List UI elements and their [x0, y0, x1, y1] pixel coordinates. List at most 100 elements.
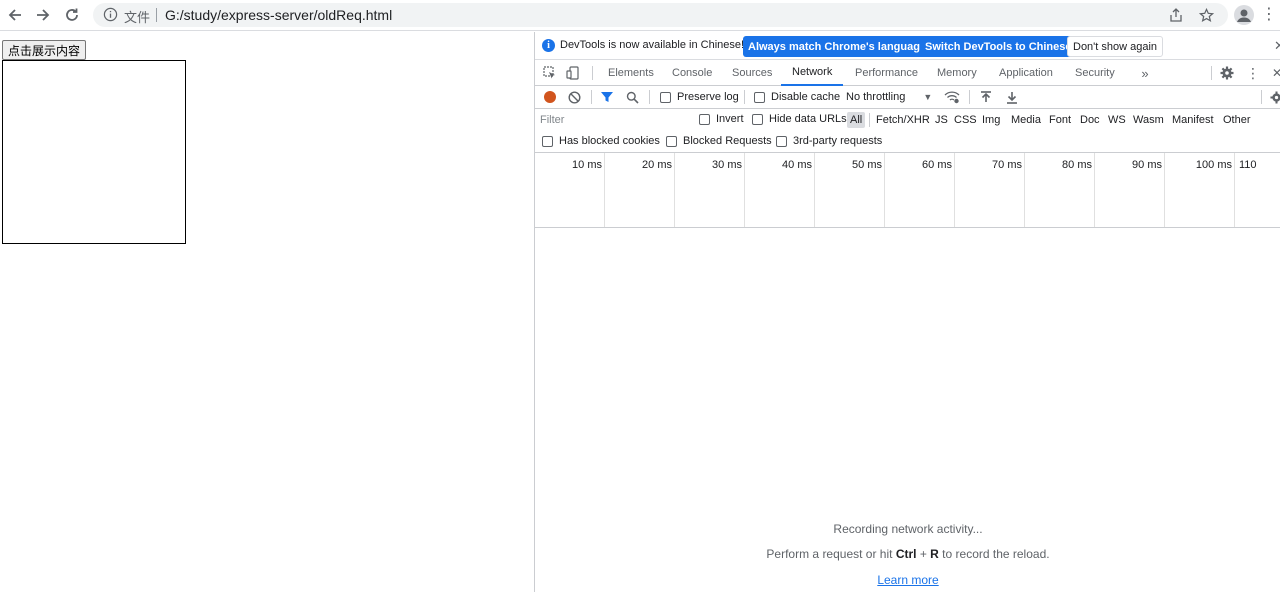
- type-filter-wasm[interactable]: Wasm: [1130, 112, 1167, 128]
- type-filter-media[interactable]: Media: [1008, 112, 1044, 128]
- close-devtools-icon[interactable]: ✕: [1269, 65, 1280, 81]
- third-party-requests-checkbox[interactable]: 3rd-party requests: [776, 135, 882, 147]
- type-filter-font[interactable]: Font: [1046, 112, 1074, 128]
- filter-input[interactable]: [538, 111, 688, 129]
- gear-icon[interactable]: [1219, 65, 1235, 81]
- type-filter-img[interactable]: Img: [979, 112, 1003, 128]
- timeline-tick: 60 ms: [922, 159, 952, 171]
- devtools-panel: i DevTools is now available in Chinese! …: [534, 32, 1280, 592]
- tab-elements[interactable]: Elements: [608, 60, 654, 86]
- timeline-column: 40 ms: [745, 153, 815, 227]
- preserve-log-checkbox[interactable]: Preserve log: [660, 91, 739, 103]
- browser-menu-icon[interactable]: ⋮: [1261, 5, 1277, 25]
- dont-show-again-button[interactable]: Don't show again: [1067, 36, 1164, 57]
- timeline-tick: 10 ms: [572, 159, 602, 171]
- clear-icon[interactable]: [566, 89, 582, 105]
- timeline-tick: 110: [1239, 159, 1257, 171]
- type-filter-all[interactable]: All: [847, 112, 866, 128]
- checkbox[interactable]: [754, 91, 765, 103]
- throttling-select[interactable]: No throttling ▼: [846, 91, 932, 103]
- checkbox[interactable]: [776, 135, 787, 147]
- timeline-tick: 20 ms: [642, 159, 672, 171]
- has-blocked-cookies-label: Has blocked cookies: [559, 135, 660, 147]
- disable-cache-checkbox[interactable]: Disable cache: [754, 91, 840, 103]
- filter-bar-secondary: Has blocked cookies Blocked Requests 3rd…: [535, 131, 1280, 153]
- learn-more-link[interactable]: Learn more: [877, 573, 938, 587]
- type-filter-ws[interactable]: WS: [1105, 112, 1129, 128]
- star-icon[interactable]: [1197, 6, 1215, 24]
- forward-button[interactable]: [32, 4, 54, 26]
- reload-button[interactable]: [61, 4, 83, 26]
- devtools-tabbar: Elements Console Sources Network Perform…: [535, 60, 1280, 86]
- checkbox[interactable]: [660, 91, 671, 103]
- timeline-tick: 90 ms: [1132, 159, 1162, 171]
- network-toolbar: Preserve log Disable cache No throttling…: [535, 86, 1280, 109]
- type-filter-css[interactable]: CSS: [951, 112, 980, 128]
- inspect-element-icon[interactable]: [542, 65, 558, 81]
- tab-console[interactable]: Console: [672, 60, 712, 86]
- arrow-left-icon: [8, 9, 21, 21]
- search-icon[interactable]: [624, 89, 640, 105]
- tab-sources[interactable]: Sources: [732, 60, 772, 86]
- tab-performance[interactable]: Performance: [855, 60, 918, 86]
- share-icon[interactable]: [1167, 6, 1185, 24]
- tab-application[interactable]: Application: [999, 60, 1053, 86]
- invert-checkbox[interactable]: Invert: [699, 113, 744, 125]
- blocked-requests-label: Blocked Requests: [683, 135, 772, 147]
- toolbar-divider: [1261, 90, 1262, 104]
- toolbar-divider: [869, 113, 870, 127]
- show-content-button[interactable]: 点击展示内容: [2, 40, 87, 60]
- tab-security[interactable]: Security: [1075, 60, 1115, 86]
- timeline-tick: 50 ms: [852, 159, 882, 171]
- checkbox[interactable]: [752, 113, 763, 125]
- hide-data-urls-checkbox[interactable]: Hide data URLs: [752, 113, 847, 125]
- recording-status-text: Recording network activity...: [833, 522, 983, 536]
- invert-label: Invert: [716, 113, 744, 125]
- address-bar[interactable]: 文件 G:/study/express-server/oldReq.html: [93, 3, 1228, 27]
- has-blocked-cookies-checkbox[interactable]: Has blocked cookies: [542, 135, 660, 147]
- timeline-tick: 30 ms: [712, 159, 742, 171]
- timeline-column: 110: [1235, 153, 1280, 227]
- dropdown-arrow-icon: ▼: [923, 92, 933, 102]
- profile-avatar-icon[interactable]: [1234, 5, 1254, 25]
- checkbox[interactable]: [542, 135, 553, 147]
- info-icon[interactable]: [103, 7, 118, 22]
- timeline-column: 70 ms: [955, 153, 1025, 227]
- network-conditions-icon[interactable]: [944, 89, 960, 105]
- type-filter-manifest[interactable]: Manifest: [1169, 112, 1217, 128]
- omnibox-divider: [156, 8, 157, 22]
- toolbar-divider: [649, 90, 650, 104]
- tab-network[interactable]: Network: [781, 60, 844, 86]
- type-filter-js[interactable]: JS: [932, 112, 951, 128]
- checkbox[interactable]: [666, 135, 677, 147]
- device-toolbar-icon[interactable]: [565, 65, 581, 81]
- export-har-icon[interactable]: [1004, 89, 1020, 105]
- back-button[interactable]: [4, 4, 26, 26]
- checkbox[interactable]: [699, 113, 710, 125]
- tab-memory[interactable]: Memory: [937, 60, 977, 86]
- arrow-right-icon: [37, 9, 50, 21]
- network-settings-gear-icon[interactable]: [1268, 89, 1280, 105]
- blocked-requests-checkbox[interactable]: Blocked Requests: [666, 135, 772, 147]
- timeline-column: 60 ms: [885, 153, 955, 227]
- type-filter-fetch-xhr[interactable]: Fetch/XHR: [873, 112, 933, 128]
- timeline-overview[interactable]: 10 ms 20 ms 30 ms 40 ms 50 ms 60 ms 70 m…: [535, 153, 1280, 228]
- more-tabs-icon[interactable]: »: [1137, 65, 1153, 81]
- timeline-column: 20 ms: [605, 153, 675, 227]
- protocol-label: 文件: [124, 11, 151, 26]
- type-filter-other[interactable]: Other: [1220, 112, 1254, 128]
- url-text[interactable]: G:/study/express-server/oldReq.html: [165, 7, 392, 23]
- throttling-value: No throttling: [846, 91, 906, 103]
- record-icon[interactable]: [544, 91, 556, 103]
- match-language-button[interactable]: Always match Chrome's language: [743, 36, 932, 57]
- preserve-log-label: Preserve log: [677, 91, 739, 103]
- filter-funnel-icon[interactable]: [599, 89, 615, 105]
- kebab-menu-icon[interactable]: ⋮: [1245, 65, 1261, 81]
- timeline-tick: 100 ms: [1195, 159, 1232, 171]
- close-icon[interactable]: ✕: [1274, 38, 1280, 54]
- type-filter-doc[interactable]: Doc: [1077, 112, 1103, 128]
- info-circle-icon: i: [542, 39, 555, 52]
- import-har-icon[interactable]: [978, 89, 994, 105]
- switch-chinese-button[interactable]: Switch DevTools to Chinese: [920, 36, 1077, 57]
- content-box: [2, 60, 186, 244]
